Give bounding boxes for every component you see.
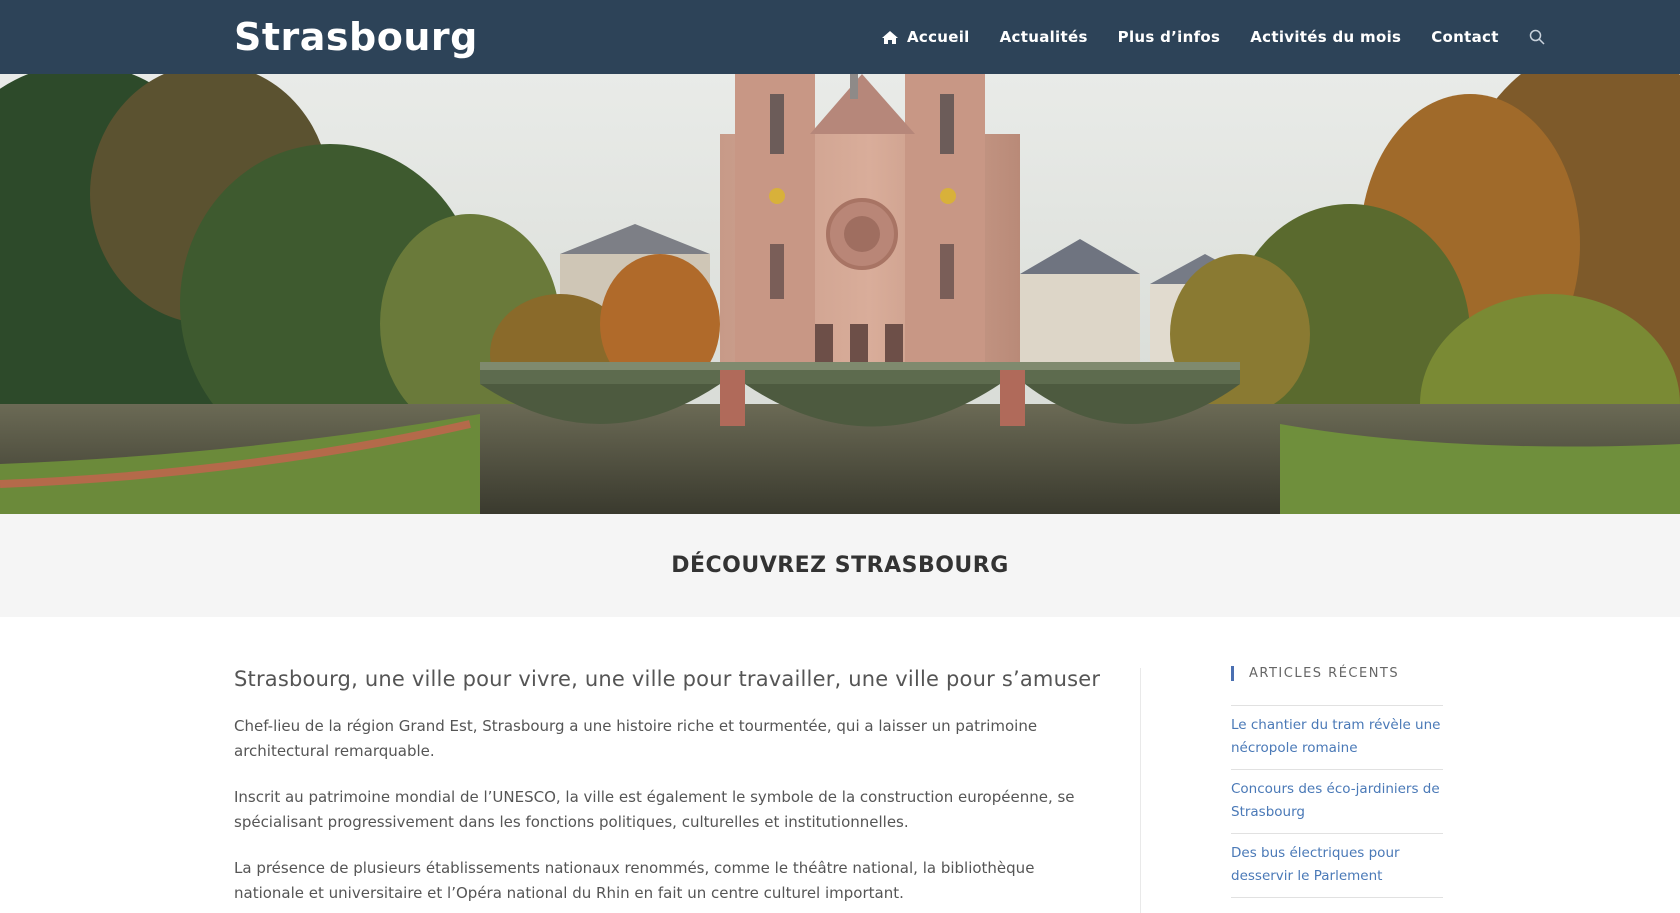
recent-post-link[interactable]: Le chantier du tram révèle une nécropole… — [1231, 714, 1443, 760]
site-header: Strasbourg Accueil Actualités Plus d’inf… — [0, 0, 1680, 74]
page-title: DÉCOUVREZ STRASBOURG — [671, 553, 1009, 578]
nav-item-actualites[interactable]: Actualités — [985, 0, 1103, 74]
nav-item-plus-dinfos[interactable]: Plus d’infos — [1103, 0, 1236, 74]
search-toggle[interactable] — [1514, 0, 1560, 74]
home-icon — [882, 30, 898, 44]
list-item: Le chantier du tram révèle une nécropole… — [1231, 706, 1443, 770]
sidebar: ARTICLES RÉCENTS Le chantier du tram rév… — [1231, 662, 1443, 898]
list-item: Concours des éco-jardiniers de Strasbour… — [1231, 770, 1443, 834]
article-paragraph: Inscrit au patrimoine mondial de l’UNESC… — [234, 788, 1075, 831]
widget-title-label: ARTICLES RÉCENTS — [1249, 665, 1400, 681]
nav-item-label: Activités du mois — [1250, 28, 1402, 46]
recent-posts-list: Le chantier du tram révèle une nécropole… — [1231, 705, 1443, 898]
site-logo[interactable]: Strasbourg — [234, 12, 478, 62]
article-lead: Strasbourg, une ville pour vivre, une vi… — [234, 667, 1101, 691]
article-content: Strasbourg, une ville pour vivre, une vi… — [234, 664, 1101, 913]
content-divider — [1140, 668, 1141, 913]
list-item: Des bus électriques pour desservir le Pa… — [1231, 834, 1443, 898]
main-nav: Accueil Actualités Plus d’infos Activité… — [866, 0, 1560, 74]
nav-item-activites-du-mois[interactable]: Activités du mois — [1235, 0, 1416, 74]
search-icon — [1529, 29, 1545, 45]
nav-item-label: Actualités — [999, 28, 1088, 46]
nav-item-label: Contact — [1431, 28, 1499, 46]
nav-item-label: Accueil — [907, 28, 970, 46]
nav-item-accueil[interactable]: Accueil — [866, 0, 985, 74]
article-paragraph: Chef-lieu de la région Grand Est, Strasb… — [234, 717, 1038, 760]
nav-item-label: Plus d’infos — [1117, 28, 1221, 46]
widget-title: ARTICLES RÉCENTS — [1231, 662, 1443, 684]
article-paragraph: La présence de plusieurs établissements … — [234, 859, 1035, 902]
nav-item-contact[interactable]: Contact — [1416, 0, 1513, 74]
recent-post-link[interactable]: Concours des éco-jardiniers de Strasbour… — [1231, 778, 1443, 824]
widget-title-accent — [1231, 665, 1234, 681]
recent-post-link[interactable]: Des bus électriques pour desservir le Pa… — [1231, 842, 1443, 888]
hero-image — [0, 74, 1680, 514]
hero-illustration — [0, 74, 1680, 514]
